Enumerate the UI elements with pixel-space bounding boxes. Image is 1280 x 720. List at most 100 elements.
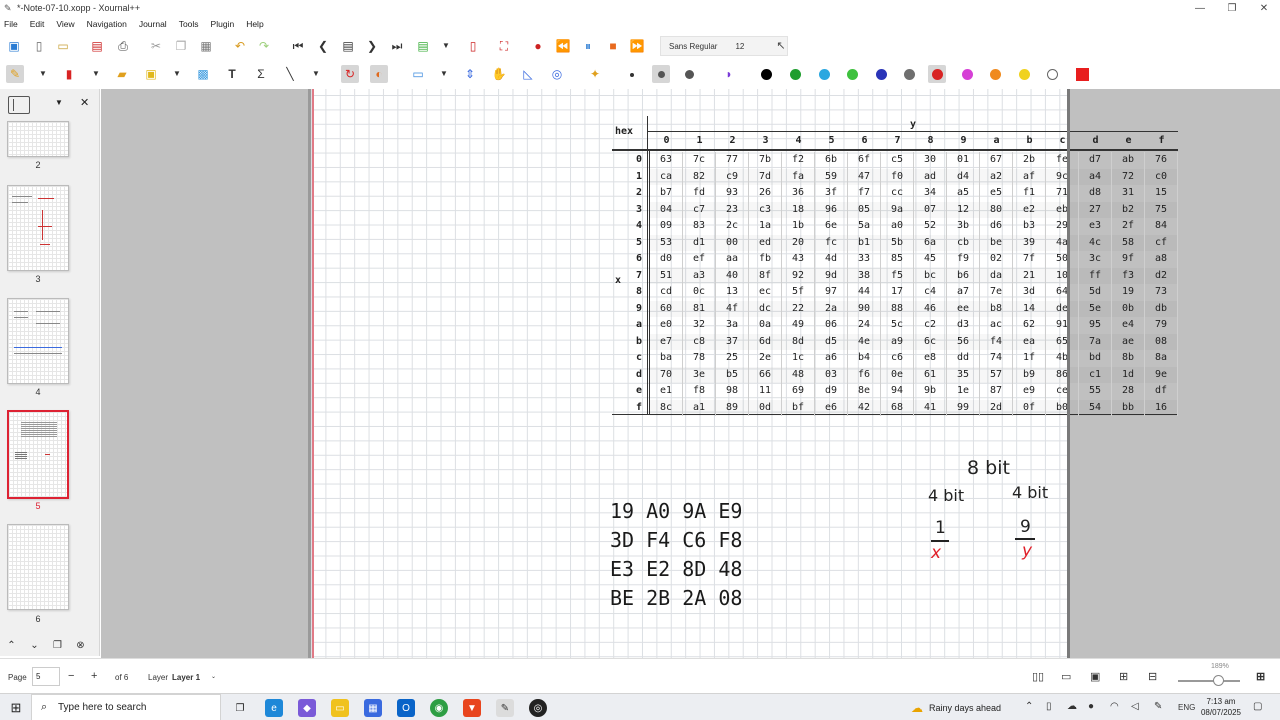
vertical-space-icon[interactable]: ⇕ <box>461 65 479 83</box>
sidebar-close-icon[interactable]: ✕ <box>80 96 89 109</box>
color-red-selected[interactable] <box>928 65 946 83</box>
undo-icon[interactable]: ↶ <box>231 37 249 55</box>
menu-view[interactable]: View <box>56 19 74 29</box>
menu-help[interactable]: Help <box>246 19 263 29</box>
sidebar-view-icon[interactable] <box>8 96 30 114</box>
sidebar-dropdown-icon[interactable]: ▼ <box>55 98 63 107</box>
tray-cloud-icon[interactable]: ☁ <box>1067 701 1077 712</box>
handwritten-4-bit-right[interactable]: 4 bit <box>1012 483 1048 502</box>
menu-edit[interactable]: Edit <box>30 19 45 29</box>
fill-tool-icon[interactable]: ✦ <box>586 65 604 83</box>
stop-icon[interactable]: ■ <box>604 37 622 55</box>
insert-page-dropdown-icon[interactable]: ▼ <box>441 37 451 55</box>
insert-page-icon[interactable]: ▤ <box>414 37 432 55</box>
language-indicator[interactable]: ENG <box>1178 703 1195 712</box>
stroke-style-icon[interactable]: ◗ <box>720 65 738 83</box>
handwritten-digit-9[interactable]: 9 <box>1020 517 1031 537</box>
image-tool-icon[interactable]: ▩ <box>194 65 212 83</box>
page-increment-button[interactable]: + <box>91 670 97 682</box>
last-page-icon[interactable]: ⏭ <box>388 37 406 55</box>
select-dropdown-icon[interactable]: ▼ <box>439 65 449 83</box>
file-explorer-icon[interactable]: ▭ <box>331 699 349 717</box>
zoom-slider-track[interactable] <box>1178 680 1240 682</box>
latex-tool-icon[interactable]: Σ <box>252 65 270 83</box>
cut-icon[interactable]: ✂ <box>147 37 165 55</box>
pen-tool-icon[interactable]: ✎ <box>6 65 24 83</box>
thick-stroke-icon[interactable] <box>685 70 694 79</box>
line-dropdown-icon[interactable]: ▼ <box>311 65 321 83</box>
color-orange[interactable] <box>990 69 1001 80</box>
color-yellow[interactable] <box>1019 69 1030 80</box>
color-light-green[interactable] <box>847 69 858 80</box>
store-icon[interactable]: ▦ <box>364 699 382 717</box>
notebook-page[interactable]: hex y x 0123456789abcdef 0 63 7c 77 7b f2 6b 6f… <box>311 89 1178 658</box>
font-selector-button[interactable]: Sans Regular 12 <box>660 36 788 56</box>
page-thumbnail-3[interactable] <box>7 185 69 271</box>
print-icon[interactable]: ⎙ <box>114 37 132 55</box>
edge-browser-icon[interactable]: e <box>265 699 283 717</box>
handwritten-4-bit-left[interactable]: 4 bit <box>928 486 964 505</box>
presentation-icon[interactable]: ▭ <box>1061 670 1071 683</box>
eraser-dropdown-icon[interactable]: ▼ <box>91 65 101 83</box>
previous-page-icon[interactable]: ❮ <box>314 37 332 55</box>
first-page-icon[interactable]: ⏮ <box>289 37 307 55</box>
zoom-out-icon[interactable]: ⊟ <box>1148 670 1157 683</box>
delete-page-icon[interactable]: ▯ <box>464 37 482 55</box>
line-tool-icon[interactable]: ╲ <box>281 65 299 83</box>
shape-recognizer-icon[interactable]: ◐ <box>370 65 388 83</box>
record-icon[interactable]: ● <box>529 37 547 55</box>
handwritten-y-red[interactable]: y <box>1022 541 1032 561</box>
outlook-icon[interactable]: O <box>397 699 415 717</box>
layer-dropdown-icon[interactable]: ⌄ <box>211 673 216 680</box>
obs-icon[interactable]: ◎ <box>529 699 547 717</box>
tray-chevron-icon[interactable]: ⌃ <box>1025 701 1033 712</box>
copy-page-icon[interactable]: ❐ <box>46 640 69 651</box>
highlighter-tool-icon[interactable]: ▰ <box>113 65 131 83</box>
windows-start-icon[interactable]: ⊞ <box>7 699 25 717</box>
handwritten-digit-1[interactable]: 1 <box>935 518 946 538</box>
color-white[interactable] <box>1047 69 1058 80</box>
copilot-icon[interactable]: ◆ <box>298 699 316 717</box>
pen-tray-icon[interactable]: ✎ <box>1154 701 1162 712</box>
color-light-blue[interactable] <box>819 69 830 80</box>
xournal-taskbar-icon[interactable]: ✎ <box>496 699 514 717</box>
minimize-button[interactable]: — <box>1184 0 1216 16</box>
setsquare-icon[interactable]: ◺ <box>519 65 537 83</box>
menu-navigation[interactable]: Navigation <box>87 19 127 29</box>
color-green[interactable] <box>790 69 801 80</box>
open-folder-icon[interactable]: ▭ <box>54 37 72 55</box>
page-thumbnail-4[interactable] <box>7 298 69 384</box>
color-blue[interactable] <box>876 69 887 80</box>
notifications-icon[interactable]: ▢ <box>1253 701 1262 712</box>
save-icon[interactable]: ▣ <box>5 37 23 55</box>
menu-file[interactable]: File <box>4 19 18 29</box>
handwritten-x-red[interactable]: x <box>931 543 941 563</box>
microphone-icon[interactable]: ● <box>1088 701 1094 712</box>
zoom-fit-icon[interactable]: ⊞ <box>1119 670 1128 683</box>
maximize-button[interactable]: ❐ <box>1216 0 1248 16</box>
zoom-in-icon[interactable]: ⊞ <box>1256 670 1265 683</box>
color-gray[interactable] <box>904 69 915 80</box>
text-tool-icon[interactable]: T <box>223 65 241 83</box>
page-thumbnail-6[interactable] <box>7 524 69 610</box>
medium-stroke-button[interactable] <box>652 65 670 83</box>
select-rectangle-icon[interactable]: ▭ <box>409 65 427 83</box>
task-view-icon[interactable]: ❐ <box>231 699 249 717</box>
menu-tools[interactable]: Tools <box>179 19 199 29</box>
menu-journal[interactable]: Journal <box>139 19 167 29</box>
page-thumbnail-5[interactable] <box>7 410 69 499</box>
document-canvas[interactable]: hex y x 0123456789abcdef 0 63 7c 77 7b f2 6b 6f… <box>101 89 1280 658</box>
compass-icon[interactable]: ◎ <box>548 65 566 83</box>
wifi-icon[interactable]: ◠ <box>1110 701 1119 712</box>
delete-page-icon[interactable]: ⊗ <box>69 640 92 651</box>
page-decrement-button[interactable]: − <box>68 670 74 682</box>
redo-icon[interactable]: ↷ <box>255 37 273 55</box>
state-matrix-text[interactable]: 19 A0 9A E9 3D F4 C6 F8 E3 E2 8D 48 BE 2… <box>610 497 742 613</box>
two-pages-icon[interactable]: ▯▯ <box>1032 670 1044 683</box>
color-magenta[interactable] <box>962 69 973 80</box>
fast-forward-icon[interactable]: ⏩ <box>628 37 646 55</box>
goto-page-icon[interactable]: ▤ <box>339 37 357 55</box>
close-window-button[interactable]: ✕ <box>1248 0 1280 16</box>
taskbar-clock[interactable]: 7:13 am 08/07/2025 <box>1198 696 1244 718</box>
pen-dropdown-icon[interactable]: ▼ <box>38 65 48 83</box>
